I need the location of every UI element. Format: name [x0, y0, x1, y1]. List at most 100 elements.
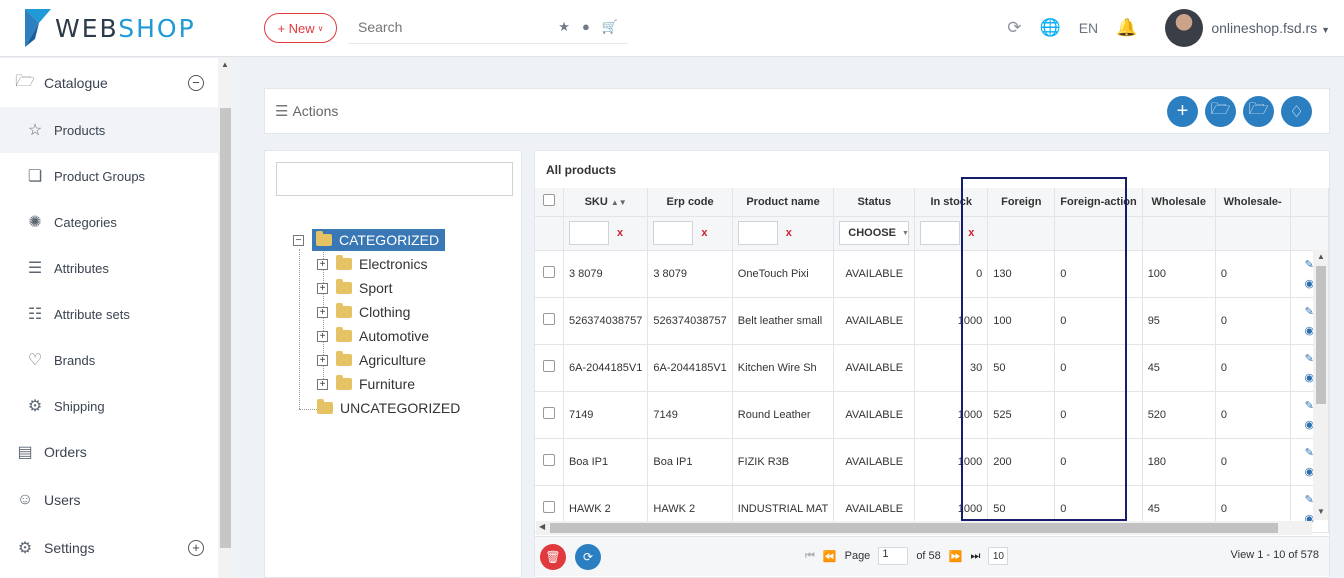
first-page-icon[interactable]: ⏮: [805, 550, 815, 563]
filter-name-input[interactable]: [737, 221, 778, 245]
row-checkbox[interactable]: [542, 360, 555, 372]
collapse-icon[interactable]: −: [188, 75, 204, 91]
table-row[interactable]: Boa IP1 Boa IP1 FIZIK R3B AVAILABLE 1000…: [535, 438, 1329, 486]
sidebar-item-categories[interactable]: ✺ Categories: [0, 199, 218, 245]
prev-page-icon[interactable]: ⏪: [823, 550, 837, 563]
star-icon[interactable]: ★: [558, 19, 570, 35]
refresh-icon[interactable]: ⟳: [1007, 18, 1021, 38]
expand-icon[interactable]: +: [317, 378, 328, 390]
sidebar-scroll-thumb[interactable]: [220, 108, 231, 548]
user-icon[interactable]: ●: [582, 19, 590, 35]
cell-status: AVAILABLE: [833, 297, 916, 345]
sidebar-item-users[interactable]: ☺ Users: [0, 477, 218, 523]
tag-button[interactable]: ♢: [1281, 96, 1312, 127]
add-product-button[interactable]: +: [1167, 96, 1198, 127]
expand-icon[interactable]: +: [188, 540, 204, 556]
tree-node-furniture[interactable]: + Furniture: [317, 373, 415, 395]
col-header-wholesale-action[interactable]: Wholesale-: [1215, 188, 1291, 217]
expand-icon[interactable]: +: [317, 330, 328, 342]
folder-icon: [336, 255, 352, 270]
tree-node-clothing[interactable]: + Clothing: [317, 301, 410, 323]
expand-icon[interactable]: +: [317, 282, 328, 294]
folder-upload-icon: 🗁: [1248, 101, 1269, 118]
filter-erp-input[interactable]: [653, 221, 694, 245]
tree-node-categorized[interactable]: − CATEGORIZED: [293, 229, 446, 251]
page-size-select[interactable]: 10: [988, 547, 1009, 565]
delete-button[interactable]: 🗑: [540, 544, 566, 570]
sidebar-item-label: Products: [54, 122, 106, 138]
last-page-icon[interactable]: ⏭: [970, 550, 980, 563]
row-checkbox[interactable]: [542, 266, 555, 278]
expand-icon[interactable]: +: [317, 306, 328, 318]
col-header-foreign-action[interactable]: Foreign-action: [1054, 188, 1143, 217]
sidebar-item-products[interactable]: ☆ Products: [0, 107, 218, 153]
table-row[interactable]: 3 8079 3 8079 OneTouch Pixi AVAILABLE 0 …: [535, 250, 1329, 298]
search-input[interactable]: [348, 12, 538, 42]
cart-icon[interactable]: 🛒: [602, 19, 618, 35]
table-row[interactable]: 6A-2044185V1 6A-2044185V1 Kitchen Wire S…: [535, 344, 1329, 392]
select-all-checkbox[interactable]: [542, 194, 555, 207]
col-header-erp-code[interactable]: Erp code: [647, 188, 733, 217]
table-row[interactable]: 526374038757 526374038757 Belt leather s…: [535, 297, 1329, 345]
collapse-icon[interactable]: −: [293, 234, 304, 246]
filter-sku-input[interactable]: [568, 221, 609, 245]
avatar[interactable]: [1165, 9, 1204, 47]
table-row[interactable]: 7149 7149 Round Leather AVAILABLE 1000 5…: [535, 391, 1329, 439]
col-header-product-name[interactable]: Product name: [732, 188, 835, 217]
row-checkbox[interactable]: [542, 313, 555, 325]
col-header-foreign[interactable]: Foreign: [987, 188, 1056, 217]
language-selector[interactable]: EN: [1079, 20, 1098, 36]
tree-node-label: UNCATEGORIZED: [340, 400, 461, 416]
clear-filter-erp[interactable]: x: [701, 227, 707, 239]
row-checkbox[interactable]: [542, 454, 555, 466]
sidebar-item-settings[interactable]: ⚙ Settings +: [0, 525, 218, 571]
clear-filter-name[interactable]: x: [786, 227, 792, 239]
scroll-down-icon[interactable]: ▼: [1317, 507, 1325, 516]
menu-icon[interactable]: ☰: [275, 102, 288, 120]
import-button[interactable]: 🗁: [1205, 96, 1236, 127]
refresh-button[interactable]: ⟳: [575, 544, 601, 570]
page-input[interactable]: 1: [878, 547, 909, 565]
user-menu[interactable]: onlineshop.fsd.rs ▼: [1211, 20, 1330, 36]
sidebar-item-product-groups[interactable]: ❏ Product Groups: [0, 153, 218, 199]
bell-icon[interactable]: 🔔: [1116, 18, 1137, 38]
tree-node-automotive[interactable]: + Automotive: [317, 325, 429, 347]
users-icon: ☺: [16, 491, 34, 508]
export-button[interactable]: 🗁: [1243, 96, 1274, 127]
logo[interactable]: WEBSHOP: [25, 8, 196, 48]
scroll-up-icon[interactable]: ▲: [221, 60, 229, 69]
tree-node-electronics[interactable]: + Electronics: [317, 253, 427, 275]
scroll-left-icon[interactable]: ◀: [539, 522, 545, 531]
col-header-status[interactable]: Status: [833, 188, 916, 217]
tree-node-agriculture[interactable]: + Agriculture: [317, 349, 426, 371]
globe-icon[interactable]: 🌐: [1040, 18, 1061, 38]
grid-vertical-scroll-thumb[interactable]: [1316, 266, 1326, 404]
grid-horizontal-scroll-thumb[interactable]: [550, 523, 1278, 533]
tree-node-uncategorized[interactable]: UNCATEGORIZED: [317, 397, 460, 419]
filter-stock-input[interactable]: [920, 221, 961, 245]
sidebar-item-brands[interactable]: ♡ Brands: [0, 337, 218, 383]
sidebar-item-shipping[interactable]: ⚙ Shipping: [0, 383, 218, 429]
clear-filter-sku[interactable]: x: [617, 227, 623, 239]
sidebar-item-attribute-sets[interactable]: ☷ Attribute sets: [0, 291, 218, 337]
expand-icon[interactable]: +: [317, 258, 328, 270]
clear-filter-stock[interactable]: x: [968, 227, 974, 239]
col-header-sku[interactable]: SKU ▲▼: [563, 188, 649, 217]
cell-name: Round Leather: [732, 391, 835, 439]
cell-stock: 1000: [914, 297, 989, 345]
scroll-up-icon[interactable]: ▲: [1317, 252, 1325, 261]
filter-status-select[interactable]: CHOOSE ▼: [839, 221, 910, 245]
expand-icon[interactable]: +: [317, 354, 328, 366]
tree-node-sport[interactable]: + Sport: [317, 277, 392, 299]
col-header-in-stock[interactable]: In stock: [914, 188, 989, 217]
row-checkbox[interactable]: [542, 501, 555, 513]
new-button[interactable]: + New ∨: [264, 13, 337, 43]
sort-icon[interactable]: ▲▼: [611, 198, 627, 207]
col-header-wholesale[interactable]: Wholesale: [1142, 188, 1216, 217]
row-checkbox[interactable]: [542, 407, 555, 419]
tree-search-input[interactable]: [276, 162, 513, 196]
sidebar-item-catalogue[interactable]: 🗁 Catalogue −: [0, 60, 218, 106]
sidebar-item-attributes[interactable]: ☰ Attributes: [0, 245, 218, 291]
sidebar-item-orders[interactable]: ▤ Orders: [0, 429, 218, 475]
next-page-icon[interactable]: ⏩: [949, 550, 963, 563]
